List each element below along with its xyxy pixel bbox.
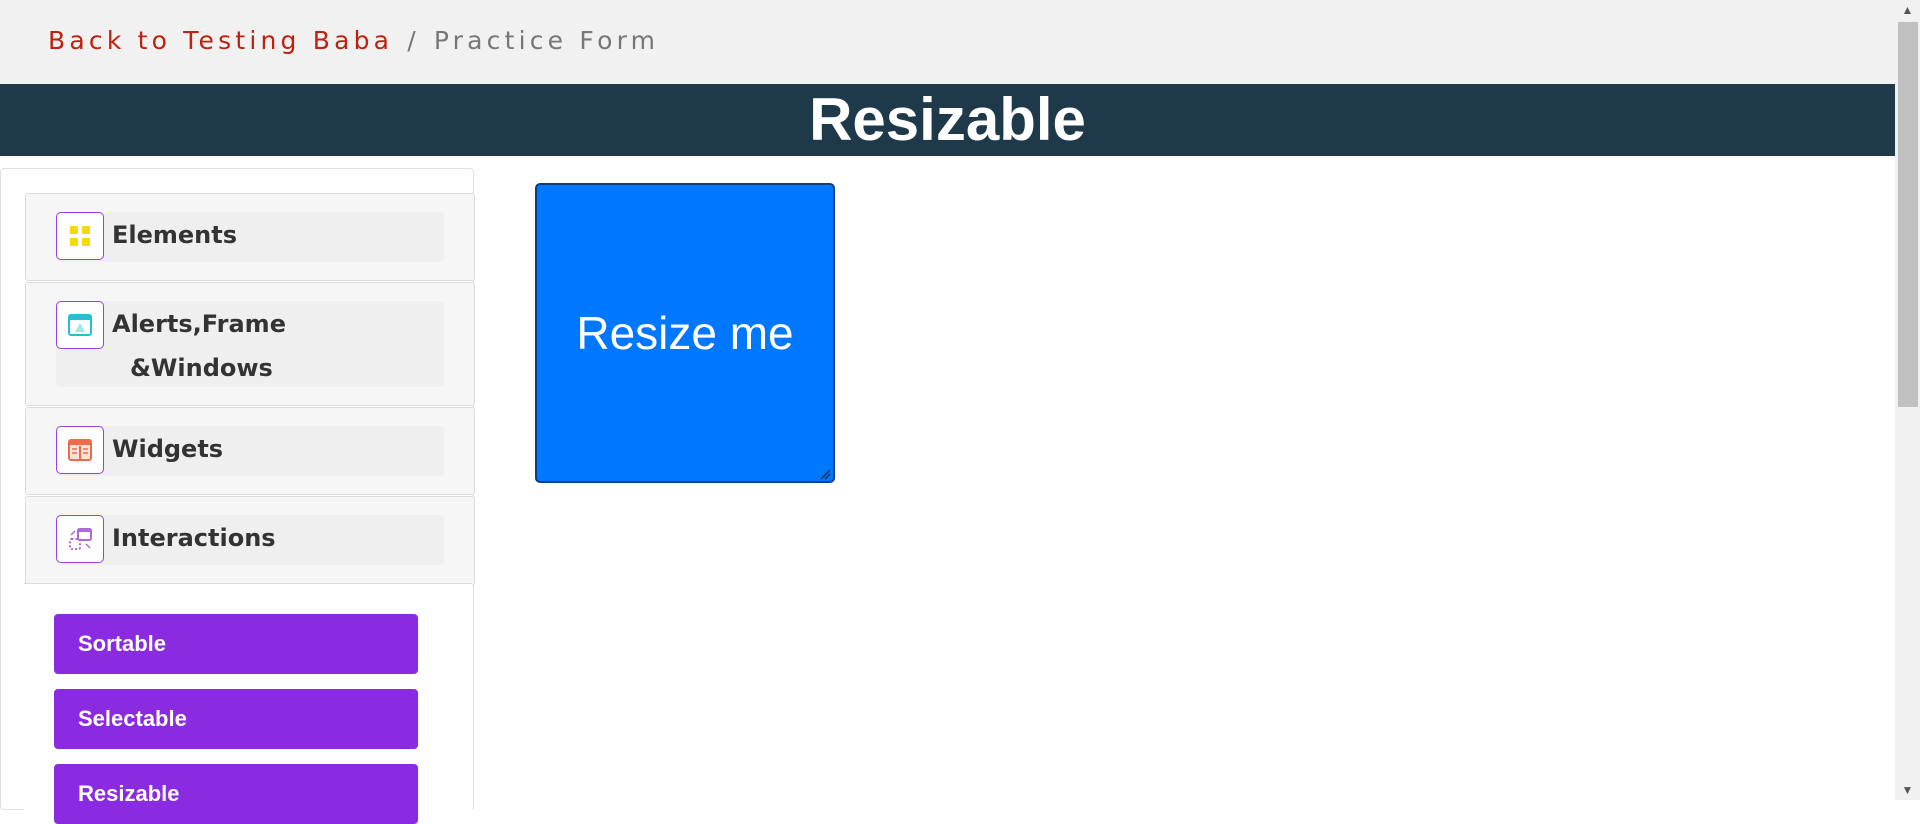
widgets-panel-icon bbox=[56, 426, 104, 474]
submenu-item-sortable[interactable]: Sortable bbox=[54, 614, 418, 674]
sidebar-label-interactions: Interactions bbox=[112, 524, 276, 552]
interactions-submenu: Sortable Selectable Resizable bbox=[24, 583, 472, 824]
sidebar-label-alerts-line2: &Windows bbox=[130, 354, 273, 382]
sidebar-header-alerts[interactable]: Alerts,Frame &Windows bbox=[56, 301, 444, 387]
sidebar-label-elements: Elements bbox=[112, 221, 238, 249]
page-title: Resizable bbox=[809, 86, 1086, 153]
interactions-icon bbox=[56, 515, 104, 563]
elements-grid-icon bbox=[56, 212, 104, 260]
resize-handle-icon[interactable] bbox=[819, 467, 831, 480]
scroll-up-arrow-icon[interactable]: ▲ bbox=[1895, 0, 1920, 20]
sidebar-label-widgets: Widgets bbox=[112, 435, 224, 463]
submenu-item-resizable[interactable]: Resizable bbox=[54, 764, 418, 824]
sidebar-group-interactions: Interactions bbox=[25, 496, 475, 586]
resizable-box-label: Resize me bbox=[576, 307, 794, 359]
submenu-item-selectable[interactable]: Selectable bbox=[54, 689, 418, 749]
top-bar: Back to Testing Baba / Practice Form bbox=[0, 0, 1895, 84]
browser-window-icon bbox=[56, 301, 104, 349]
sidebar-header-elements[interactable]: Elements bbox=[56, 212, 444, 262]
sidebar-header-widgets[interactable]: Widgets bbox=[56, 426, 444, 476]
back-to-testing-baba-link[interactable]: Back to Testing Baba bbox=[48, 26, 393, 55]
sidebar-group-widgets: Widgets bbox=[25, 407, 475, 495]
sidebar-header-interactions[interactable]: Interactions bbox=[56, 515, 444, 565]
sidebar-label-alerts-line1: Alerts,Frame bbox=[112, 310, 286, 338]
resizable-box[interactable]: Resize me bbox=[535, 183, 835, 483]
scrollbar-thumb[interactable] bbox=[1898, 22, 1918, 407]
sidebar-label-alerts: Alerts,Frame &Windows bbox=[112, 302, 286, 390]
page-scrollbar[interactable]: ▲ ▼ bbox=[1895, 0, 1920, 800]
sidebar-group-elements: Elements bbox=[25, 193, 475, 281]
page-header: Resizable bbox=[0, 84, 1895, 156]
sidebar-group-alerts: Alerts,Frame &Windows bbox=[25, 282, 475, 406]
breadcrumb: Back to Testing Baba / Practice Form bbox=[48, 26, 659, 55]
breadcrumb-current: Practice Form bbox=[433, 26, 660, 55]
scroll-down-arrow-icon[interactable]: ▼ bbox=[1895, 780, 1920, 800]
breadcrumb-separator: / bbox=[407, 26, 420, 55]
